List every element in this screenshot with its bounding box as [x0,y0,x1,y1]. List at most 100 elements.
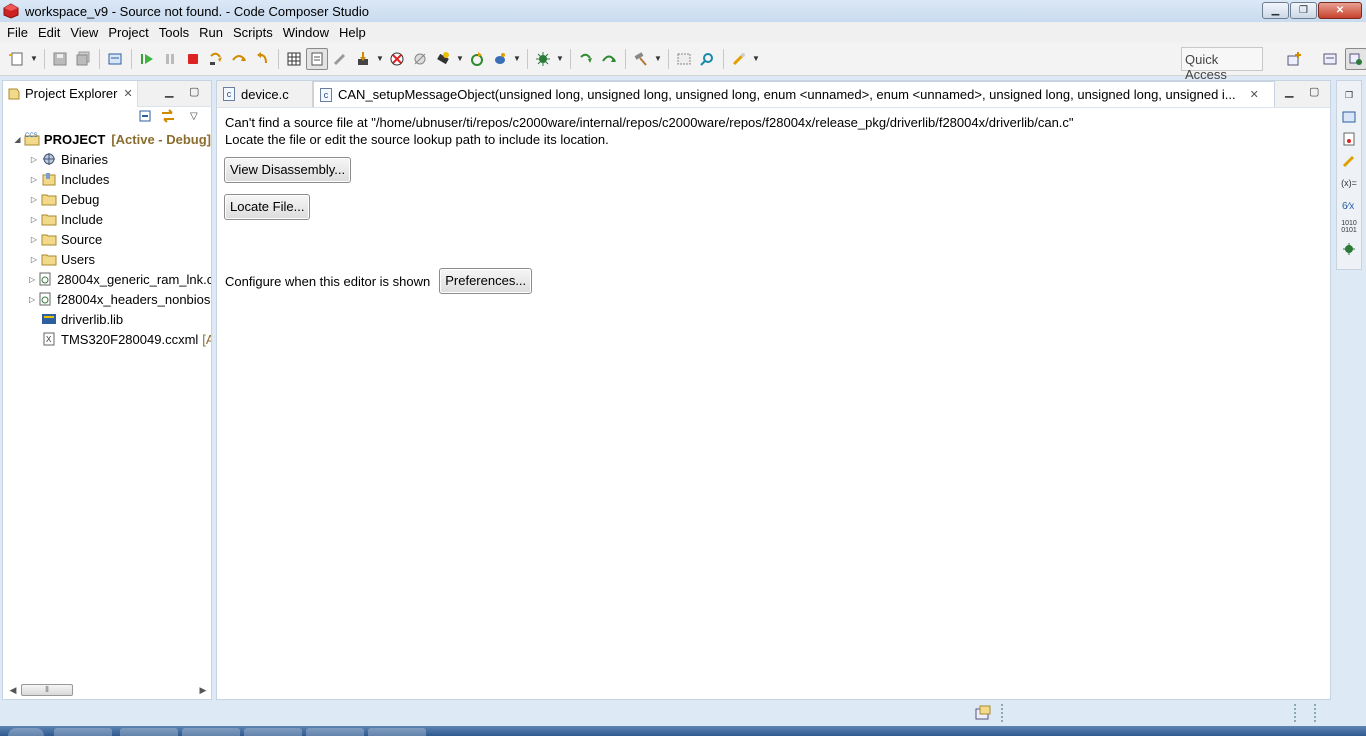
assembly-step-over-button[interactable] [598,48,620,70]
tree-item-include[interactable]: ▷ Include [3,209,211,229]
debug-perspective-button[interactable] [1345,48,1366,70]
save-button[interactable] [49,48,71,70]
preferences-button[interactable]: Preferences... [439,268,533,294]
instruction-stepping-button[interactable] [306,47,328,70]
debug-dropdown[interactable]: ▼ [512,48,522,70]
menu-project[interactable]: Project [103,25,153,40]
menu-scripts[interactable]: Scripts [228,25,278,40]
close-view-icon[interactable]: ✕ [123,87,132,100]
skip-breakpoints-button[interactable] [409,48,431,70]
menu-run[interactable]: Run [194,25,228,40]
maximize-view-icon[interactable]: ▢ [189,85,199,98]
collapsed-arrow-icon[interactable]: ▷ [29,195,39,204]
console-view-icon[interactable] [1340,109,1358,125]
problems-view-icon[interactable] [1340,131,1358,147]
collapsed-arrow-icon[interactable]: ▷ [29,175,39,184]
minimize-view-icon[interactable]: ▁ [165,85,173,98]
tree-item-project[interactable]: ◢ CCS PROJECT [Active - Debug] [3,129,211,149]
connect-dropdown[interactable]: ▼ [555,48,565,70]
view-disassembly-button[interactable]: View Disassembly... [224,157,352,183]
taskbar-app-button[interactable] [120,728,178,736]
minimize-button[interactable]: ▁ [1262,2,1289,19]
tree-item-includes[interactable]: ▷ Includes [3,169,211,189]
load-dropdown[interactable]: ▼ [375,48,385,70]
connect-target-button[interactable] [532,48,554,70]
taskbar-app-button[interactable] [368,728,426,736]
open-perspective-button[interactable] [1283,48,1305,70]
menu-edit[interactable]: Edit [33,25,65,40]
memory-view-icon[interactable]: 1010 0101 [1340,219,1358,235]
collapsed-arrow-icon[interactable]: ▷ [29,295,35,304]
tree-item-ccxml[interactable]: X TMS320F280049.ccxml [Active] [3,329,211,349]
restore-stack-icon[interactable]: ❐ [1340,87,1358,103]
expanded-arrow-icon[interactable]: ◢ [13,135,22,144]
new-dropdown[interactable]: ▼ [29,48,39,70]
collapsed-arrow-icon[interactable]: ▷ [29,255,39,264]
tree-item-driverlib[interactable]: driverlib.lib [3,309,211,329]
debug-button[interactable] [489,48,511,70]
menu-window[interactable]: Window [278,25,334,40]
step-return-button[interactable] [251,48,273,70]
tab-can-setup-message-object[interactable]: c CAN_setupMessageObject(unsigned long, … [313,81,1275,107]
resume-button[interactable] [136,48,158,70]
collapsed-arrow-icon[interactable]: ▷ [29,275,35,284]
taskbar-app-button[interactable] [244,728,302,736]
scroll-right-icon[interactable]: ▶ [197,685,209,696]
taskbar-app-button[interactable] [306,728,364,736]
variables-view-icon[interactable]: (x)= [1340,175,1358,191]
menu-help[interactable]: Help [334,25,371,40]
launch-button[interactable] [728,48,750,70]
open-console-button[interactable] [673,48,695,70]
step-over-button[interactable] [228,48,250,70]
quick-access-field[interactable]: Quick Access [1181,47,1263,82]
tree-item-debug[interactable]: ▷ Debug [3,189,211,209]
status-progress-icon[interactable] [975,705,991,724]
hardware-breakpoint-button[interactable] [432,48,454,70]
new-button[interactable] [6,48,28,70]
terminate-button[interactable] [182,48,204,70]
collapsed-arrow-icon[interactable]: ▷ [29,215,39,224]
minimize-editor-icon[interactable]: ▁ [1285,85,1293,98]
menu-file[interactable]: File [2,25,33,40]
restore-button[interactable]: ❐ [1290,2,1317,19]
close-tab-icon[interactable]: ✕ [1250,88,1259,101]
link-with-editor-icon[interactable] [160,109,176,123]
suspend-button[interactable] [159,48,181,70]
build-button[interactable] [630,48,652,70]
locate-file-button[interactable]: Locate File... [224,194,311,220]
tab-device-c[interactable]: c device.c [217,81,313,107]
console-button[interactable] [104,48,126,70]
breakpoints-view-icon[interactable] [1340,153,1358,169]
debug-view-icon[interactable] [1340,241,1358,257]
launch-dropdown[interactable]: ▼ [751,48,761,70]
maximize-editor-icon[interactable]: ▢ [1309,85,1319,98]
start-button[interactable] [8,728,44,736]
collapse-all-icon[interactable] [138,109,152,123]
menu-tools[interactable]: Tools [154,25,194,40]
tree-item-users[interactable]: ▷ Users [3,249,211,269]
load-program-button[interactable] [352,48,374,70]
refresh-button[interactable] [466,48,488,70]
build-dropdown[interactable]: ▼ [653,48,663,70]
close-button[interactable]: ✕ [1318,2,1362,19]
expressions-view-icon[interactable]: 6⁄x [1340,197,1358,213]
taskbar-app-button[interactable] [54,728,112,736]
memory-grid-button[interactable] [283,48,305,70]
tab-project-explorer[interactable]: Project Explorer ✕ [3,80,138,107]
tree-item-headers-cmd[interactable]: ▷ f28004x_headers_nonbios.cmd [3,289,211,309]
menu-view[interactable]: View [65,25,103,40]
remove-breakpoints-button[interactable] [386,48,408,70]
view-menu-icon[interactable]: ▽ [190,111,198,122]
collapsed-arrow-icon[interactable]: ▷ [29,235,39,244]
collapsed-arrow-icon[interactable]: ▷ [29,155,39,164]
search-button[interactable] [696,48,718,70]
breakpoint-dropdown[interactable]: ▼ [455,48,465,70]
debug-tool-button[interactable] [329,48,351,70]
save-all-button[interactable] [72,48,94,70]
scrollbar-thumb[interactable]: ⦀ [21,684,73,696]
tree-item-source[interactable]: ▷ Source [3,229,211,249]
scroll-left-icon[interactable]: ◀ [7,685,19,696]
taskbar-app-button[interactable] [182,728,240,736]
explorer-horizontal-scrollbar[interactable]: ◀ ⦀ ▶ [7,683,209,697]
edit-perspective-button[interactable] [1319,48,1341,70]
